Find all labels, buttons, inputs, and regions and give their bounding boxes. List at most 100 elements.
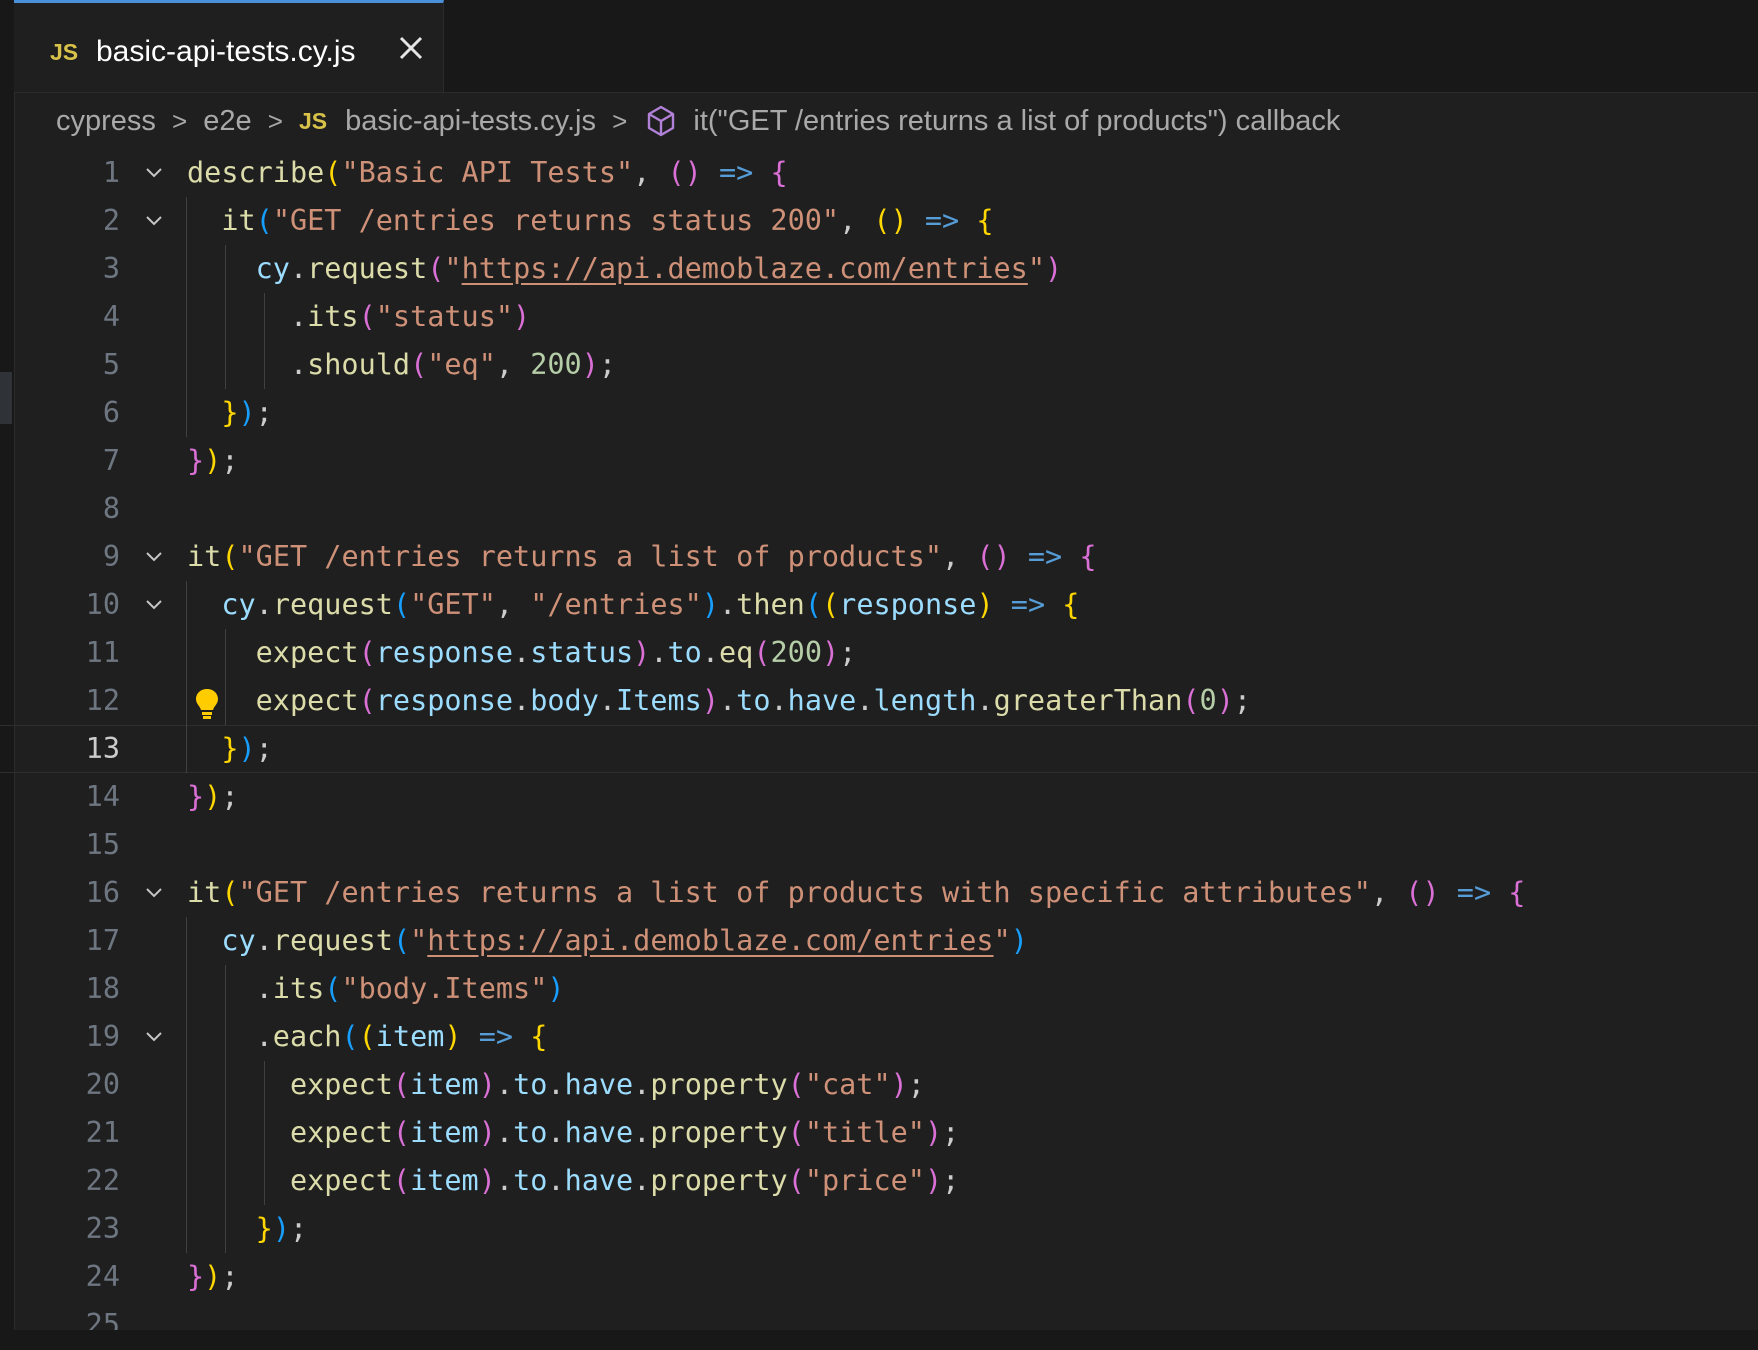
code-token: "GET": [410, 588, 496, 621]
code-token: ): [547, 972, 565, 1005]
fold-chevron-down-icon[interactable]: [144, 1027, 164, 1047]
code-token: (: [392, 1068, 411, 1101]
breadcrumb-item-cypress[interactable]: cypress: [56, 105, 156, 137]
fold-chevron-down-icon[interactable]: [144, 163, 164, 183]
code-token: Items: [616, 684, 702, 717]
line-number: 6: [102, 396, 120, 429]
code-token: have: [564, 1164, 634, 1197]
code-token: "/entries": [530, 588, 702, 621]
code-text: cy.request("https://api.demoblaze.com/en…: [187, 917, 1028, 965]
breadcrumb-item-e2e[interactable]: e2e: [203, 105, 251, 137]
code-token: its: [307, 300, 359, 333]
tab-title: basic-api-tests.cy.js: [96, 35, 356, 68]
code-token: (: [392, 588, 411, 621]
code-token: .: [255, 588, 273, 621]
code-token: ): [976, 588, 994, 621]
code-line[interactable]: 1 describe("Basic API Tests", () => {: [0, 149, 1758, 197]
chevron-right-icon: >: [267, 105, 283, 136]
code-token: ,: [495, 588, 531, 621]
code-token: .: [187, 972, 273, 1005]
code-text: expect(response.status).to.eq(200);: [187, 629, 857, 677]
code-line[interactable]: 12 expect(response.body.Items).to.have.l…: [0, 677, 1758, 725]
code-token: to: [513, 1116, 548, 1149]
line-number: 16: [85, 876, 120, 909]
code-token: request: [272, 588, 393, 621]
code-token: 0: [1199, 684, 1217, 717]
line-number: 15: [85, 828, 120, 861]
code-line[interactable]: 3 cy.request("https://api.demoblaze.com/…: [0, 245, 1758, 293]
code-token: ): [204, 1260, 222, 1293]
code-token: .: [187, 300, 308, 333]
code-line[interactable]: 2 it("GET /entries returns status 200", …: [0, 197, 1758, 245]
code-token: (: [221, 540, 239, 573]
fold-chevron-down-icon[interactable]: [144, 883, 164, 903]
line-number: 18: [85, 972, 120, 1005]
code-token: }: [187, 1260, 205, 1293]
code-line[interactable]: 21 expect(item).to.have.property("title"…: [0, 1109, 1758, 1157]
close-icon[interactable]: [394, 31, 428, 65]
code-line[interactable]: 17 cy.request("https://api.demoblaze.com…: [0, 917, 1758, 965]
code-token: .: [495, 1164, 514, 1197]
line-number: 1: [102, 156, 120, 189]
tab-basic-api-tests[interactable]: JS basic-api-tests.cy.js: [14, 0, 444, 92]
code-line[interactable]: 23 });: [0, 1205, 1758, 1253]
line-number: 12: [85, 684, 120, 717]
code-token[interactable]: https://api.demoblaze.com/entries: [427, 924, 993, 957]
code-token: (: [787, 1164, 805, 1197]
code-line[interactable]: 16 it("GET /entries returns a list of pro…: [0, 869, 1758, 917]
breadcrumb-item-symbol[interactable]: it("GET /entries returns a list of produ…: [693, 105, 1340, 137]
code-token: (: [221, 876, 239, 909]
fold-chevron-down-icon[interactable]: [144, 211, 164, 231]
code-line[interactable]: 22 expect(item).to.have.property("price"…: [0, 1157, 1758, 1205]
code-line[interactable]: 20 expect(item).to.have.property("cat");: [0, 1061, 1758, 1109]
code-line[interactable]: 7});: [0, 437, 1758, 485]
code-token: (: [358, 636, 376, 669]
code-line[interactable]: 5 .should("eq", 200);: [0, 341, 1758, 389]
code-token[interactable]: https://api.demoblaze.com/entries: [462, 252, 1028, 285]
code-token: .: [289, 252, 308, 285]
code-token: ;: [221, 780, 239, 813]
code-line[interactable]: 18 .its("body.Items"): [0, 965, 1758, 1013]
fold-chevron-down-icon[interactable]: [144, 595, 164, 615]
code-token: {: [976, 204, 994, 237]
code-token: =>: [924, 204, 960, 237]
javascript-file-icon: JS: [298, 107, 328, 134]
code-token: ;: [839, 636, 857, 669]
code-token: .: [633, 1116, 651, 1149]
code-token: {: [1062, 588, 1080, 621]
code-token: ): [924, 1164, 943, 1197]
code-line[interactable]: 15: [0, 821, 1758, 869]
code-line[interactable]: 6 });: [0, 389, 1758, 437]
code-token: .: [856, 684, 874, 717]
fold-chevron-down-icon[interactable]: [144, 547, 164, 567]
code-line[interactable]: 24});: [0, 1253, 1758, 1301]
code-line[interactable]: 19 .each((item) => {: [0, 1013, 1758, 1061]
code-line[interactable]: 8: [0, 485, 1758, 533]
code-line[interactable]: 10 cy.request("GET", "/entries").then((r…: [0, 581, 1758, 629]
line-number: 8: [102, 492, 120, 525]
code-line[interactable]: 13 });: [0, 725, 1758, 773]
code-token: it: [187, 876, 222, 909]
horizontal-scrollbar[interactable]: [14, 1330, 1758, 1350]
code-token: .: [187, 1020, 273, 1053]
breadcrumb-item-file[interactable]: basic-api-tests.cy.js: [345, 105, 596, 137]
line-number: 4: [102, 300, 120, 333]
code-token: ;: [221, 444, 239, 477]
code-text: cy.request("https://api.demoblaze.com/en…: [187, 245, 1063, 293]
code-line[interactable]: 14});: [0, 773, 1758, 821]
code-line[interactable]: 9 it("GET /entries returns a list of prod…: [0, 533, 1758, 581]
code-token: (: [1182, 684, 1200, 717]
code-line[interactable]: 11 expect(response.status).to.eq(200);: [0, 629, 1758, 677]
code-line[interactable]: 4 .its("status"): [0, 293, 1758, 341]
code-token: .: [547, 1068, 565, 1101]
code-token: }: [221, 396, 239, 429]
code-token: (: [358, 684, 376, 717]
code-token: "cat": [804, 1068, 891, 1101]
